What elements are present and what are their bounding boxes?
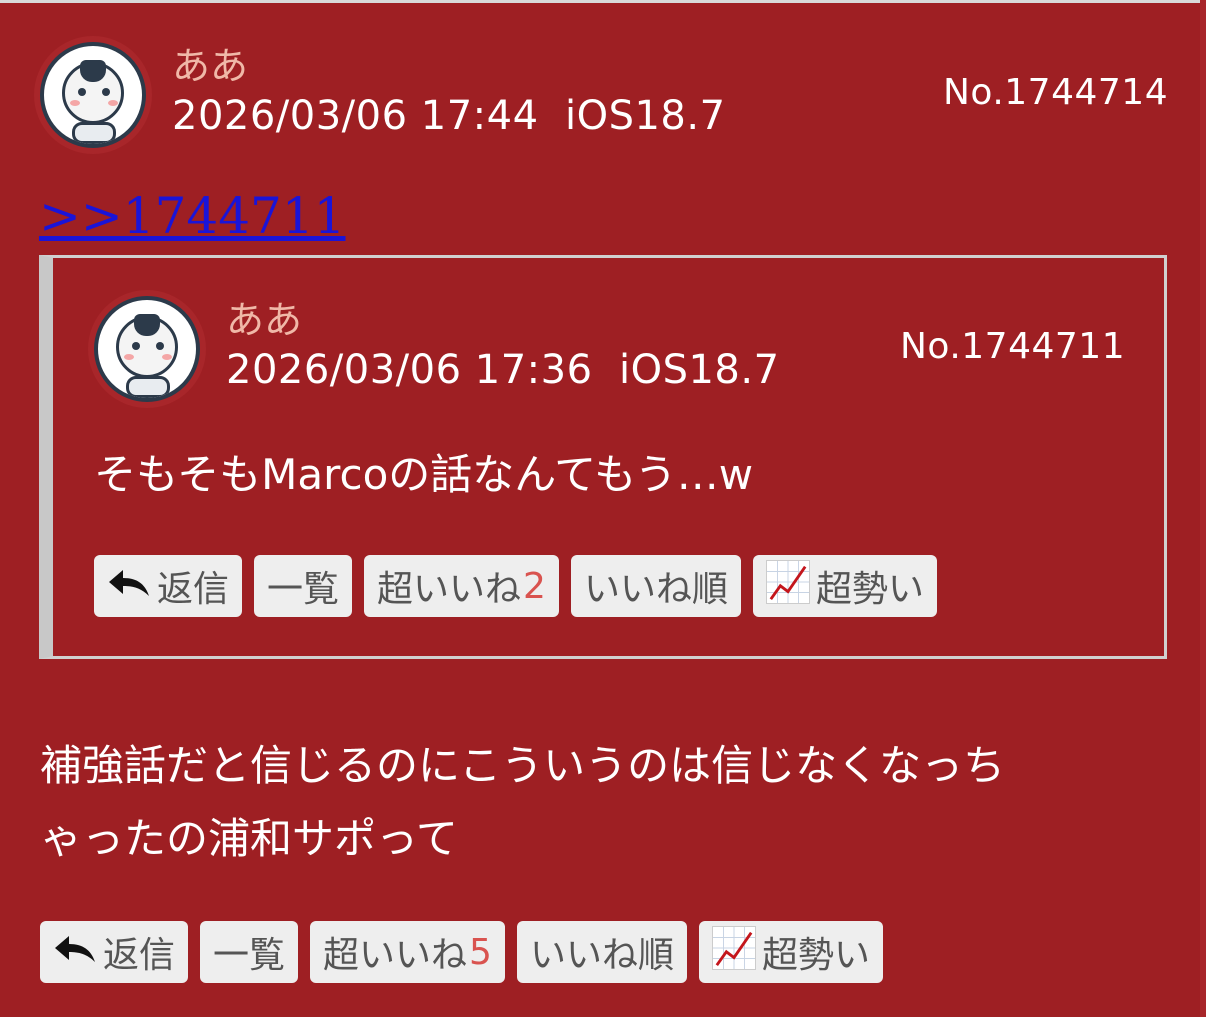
avatar-eye: [156, 342, 164, 350]
avatar-ball-patch: [80, 60, 106, 82]
list-label: 一覧: [267, 569, 340, 610]
avatar-ball-patch: [134, 314, 160, 336]
avatar-cheek: [70, 100, 80, 106]
right-edge: [1200, 0, 1206, 1017]
avatar-cheek: [108, 100, 118, 106]
super-like-count: 2: [523, 565, 546, 607]
reply-label: 返信: [103, 935, 176, 976]
quoted-post-number[interactable]: No.1744711: [900, 326, 1125, 367]
quoted-list-button[interactable]: 一覧: [254, 555, 353, 617]
quoted-super-like-button[interactable]: 超いいね 2: [364, 555, 559, 617]
chart-increasing-icon: [765, 559, 810, 613]
quoted-momentum-button[interactable]: 超勢い: [752, 555, 937, 617]
avatar-cheek: [162, 354, 172, 360]
like-order-label: いいね順: [583, 569, 728, 610]
quoted-post-body: そもそもMarcoの話なんてもう…w: [94, 450, 754, 499]
post-meta: ああ 2026/03/06 17:44 iOS18.7: [172, 42, 726, 142]
list-label: 一覧: [213, 935, 286, 976]
avatar-body: [126, 376, 170, 398]
reply-arrow-icon: [107, 566, 151, 607]
avatar-eye: [78, 88, 86, 96]
post-datetime: 2026/03/06 17:44 iOS18.7: [172, 93, 726, 139]
like-order-button[interactable]: いいね順: [516, 921, 687, 983]
avatar[interactable]: [40, 42, 146, 148]
quoted-reply-button[interactable]: 返信: [94, 555, 243, 617]
quoted-like-order-button[interactable]: いいね順: [570, 555, 741, 617]
avatar-eye: [132, 342, 140, 350]
avatar-eye: [102, 88, 110, 96]
quoted-post-header: ああ 2026/03/06 17:36 iOS18.7: [94, 296, 780, 402]
top-divider: [0, 0, 1206, 3]
avatar-body: [72, 122, 116, 144]
super-like-label: 超いいね: [323, 935, 468, 976]
post-body-line-1: 補強話だと信じるのにこういうのは信じなくなっち: [40, 741, 1006, 790]
quoted-action-bar: 返信 一覧 超いいね 2 いいね順 超勢い: [94, 555, 937, 617]
avatar-cheek: [124, 354, 134, 360]
thread-page: ああ 2026/03/06 17:44 iOS18.7 No.1744714 >…: [0, 0, 1206, 1017]
momentum-label: 超勢い: [761, 935, 870, 976]
quoted-avatar[interactable]: [94, 296, 200, 402]
reply-label: 返信: [157, 569, 230, 610]
super-like-button[interactable]: 超いいね 5: [310, 921, 505, 983]
post-header: ああ 2026/03/06 17:44 iOS18.7: [40, 42, 726, 148]
quoted-author-name: ああ: [226, 298, 303, 342]
list-button[interactable]: 一覧: [200, 921, 299, 983]
post-number[interactable]: No.1744714: [943, 72, 1168, 113]
momentum-label: 超勢い: [815, 569, 924, 610]
like-order-label: いいね順: [529, 935, 674, 976]
post-body-line-2: ゃったの浦和サポって: [40, 814, 458, 863]
super-like-count: 5: [469, 931, 492, 973]
post-action-bar: 返信 一覧 超いいね 5 いいね順 超勢い: [40, 921, 883, 983]
anchor-link[interactable]: >>1744711: [39, 186, 345, 246]
reply-arrow-icon: [53, 932, 97, 973]
quoted-post-datetime: 2026/03/06 17:36 iOS18.7: [226, 347, 780, 393]
chart-increasing-icon: [711, 925, 756, 979]
quoted-post-meta: ああ 2026/03/06 17:36 iOS18.7: [226, 296, 780, 396]
momentum-button[interactable]: 超勢い: [698, 921, 883, 983]
reply-button[interactable]: 返信: [40, 921, 189, 983]
super-like-label: 超いいね: [377, 569, 522, 610]
author-name: ああ: [172, 44, 249, 88]
